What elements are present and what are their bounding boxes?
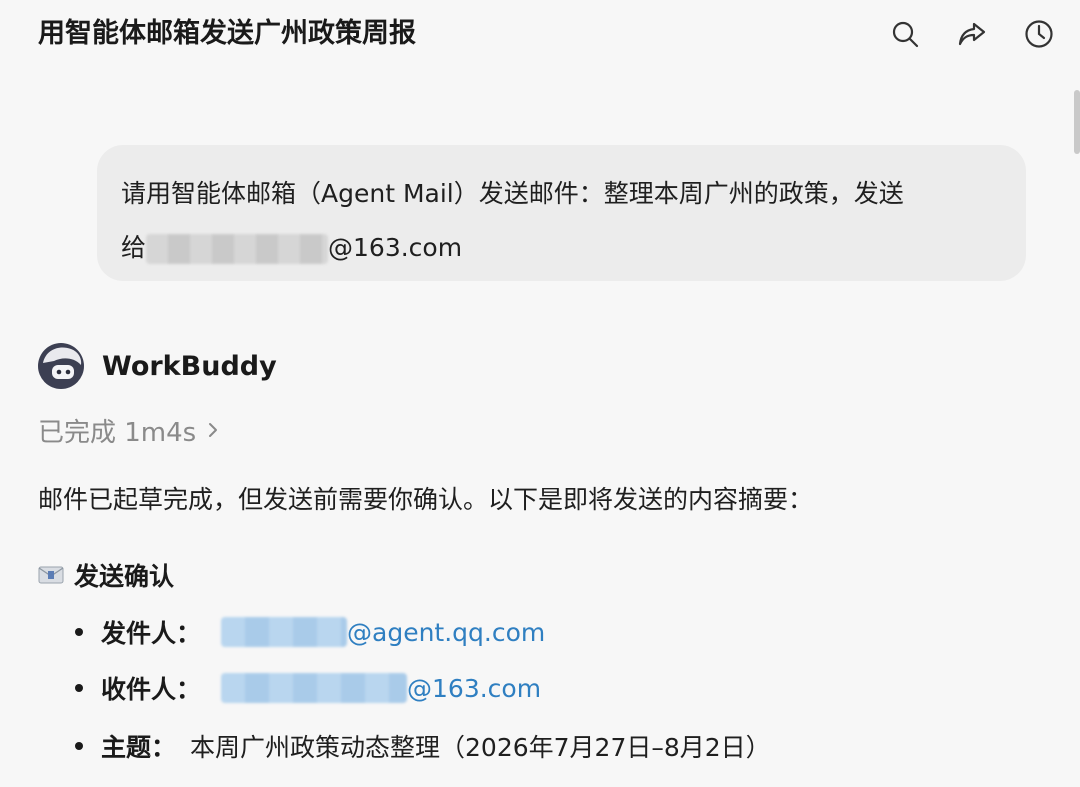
sender-label: 发件人：	[101, 619, 202, 648]
task-status-text: 已完成 1m4s	[38, 417, 197, 448]
redacted-recipient-local-part	[221, 673, 408, 703]
redacted-email-local-part	[146, 234, 329, 264]
scrollbar[interactable]	[1074, 90, 1080, 154]
envelope-icon	[38, 565, 64, 585]
send-confirmation-heading: 发送确认	[38, 553, 174, 597]
agent-name: WorkBuddy	[102, 350, 277, 382]
subject-label: 主题：	[101, 733, 177, 762]
list-item-recipient: 收件人： @163.com	[75, 666, 541, 710]
chat-header: 用智能体邮箱发送广州政策周报	[0, 0, 1080, 72]
share-icon[interactable]	[952, 14, 992, 54]
list-item-subject: 主题： 本周广州政策动态整理（2026年7月27日–8月2日）	[75, 724, 771, 768]
chevron-right-icon	[206, 420, 220, 440]
user-message-line-2: 给 @163.com	[121, 221, 1002, 275]
send-confirmation-title: 发送确认	[74, 562, 175, 591]
user-message-prefix: 给	[121, 233, 147, 262]
recipient-label: 收件人：	[101, 675, 202, 704]
bullet-dot	[75, 684, 83, 692]
list-item-sender: 发件人： @agent.qq.com	[75, 610, 545, 654]
search-icon[interactable]	[885, 14, 925, 54]
redacted-sender-local-part	[221, 617, 348, 647]
user-message-line-1: 请用智能体邮箱（Agent Mail）发送邮件：整理本周广州的政策，发送	[121, 179, 904, 208]
subject-value: 本周广州政策动态整理（2026年7月27日–8月2日）	[190, 733, 771, 762]
agent-header: WorkBuddy	[38, 343, 277, 389]
reply-intro: 邮件已起草完成，但发送前需要你确认。以下是即将发送的内容摘要：	[38, 485, 814, 514]
bullet-dot	[75, 742, 83, 750]
history-icon[interactable]	[1019, 14, 1059, 54]
sender-email-link[interactable]: @agent.qq.com	[347, 618, 545, 647]
user-message-bubble: 请用智能体邮箱（Agent Mail）发送邮件：整理本周广州的政策，发送 给 @1…	[97, 145, 1026, 281]
task-status-toggle[interactable]: 已完成 1m4s	[38, 410, 220, 450]
bullet-dot	[75, 628, 83, 636]
page-title: 用智能体邮箱发送广州政策周报	[38, 18, 416, 49]
user-message-email-domain: @163.com	[328, 233, 463, 262]
recipient-email-link[interactable]: @163.com	[407, 674, 541, 703]
agent-avatar	[38, 343, 84, 389]
